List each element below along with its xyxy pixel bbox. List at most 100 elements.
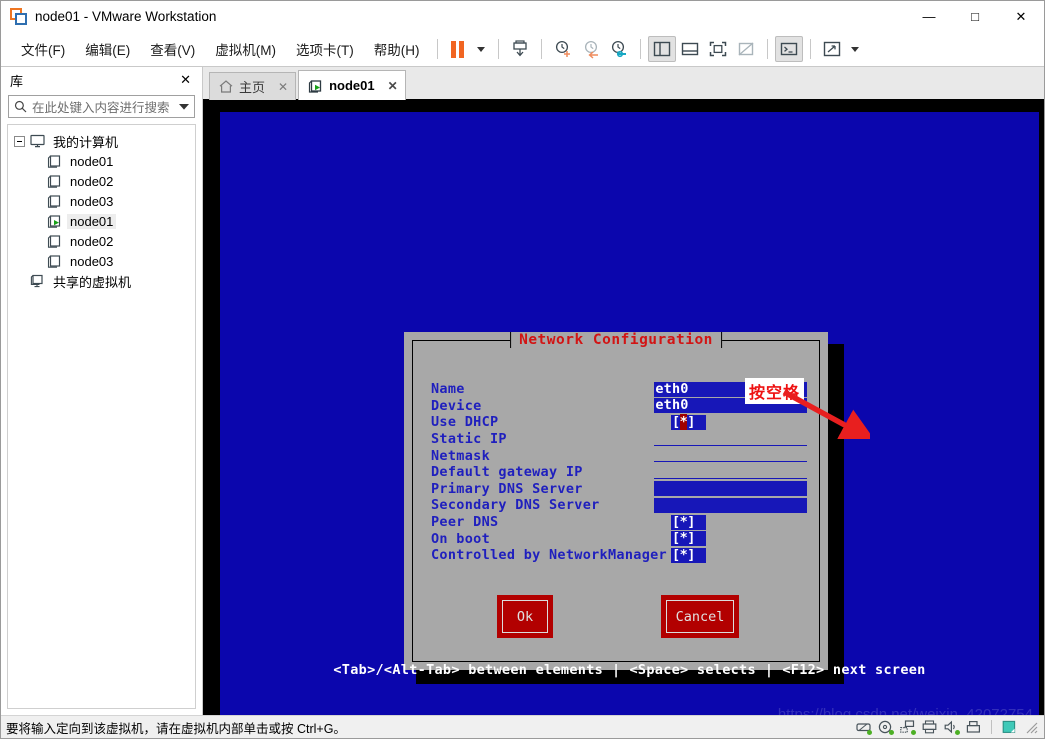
toolbar-separator-5 xyxy=(766,39,768,59)
cancel-button[interactable]: Cancel xyxy=(661,595,748,647)
chevron-down-icon[interactable] xyxy=(471,36,491,62)
sound-card-icon[interactable] xyxy=(944,720,960,735)
tree-item-label: node01 xyxy=(67,213,117,229)
tree-item-shared-vms[interactable]: 共享的虚拟机 xyxy=(8,271,195,291)
tree-item-my-computer[interactable]: 我的计算机 xyxy=(8,131,195,151)
toolbar-separator-3 xyxy=(540,39,542,59)
pause-icon[interactable] xyxy=(445,36,471,62)
help-part3: <F12> next screen xyxy=(782,662,926,678)
networkmanager-checkbox[interactable]: [*] xyxy=(671,547,706,563)
field-row-secondary-dns: Secondary DNS Server xyxy=(431,497,807,514)
guest-screen[interactable]: Network Configuration Name eth0 Device e… xyxy=(220,112,1039,715)
help-part1: <Tab>/<Alt-Tab> between elements xyxy=(333,662,604,678)
field-row-networkmanager: Controlled by NetworkManager [*] xyxy=(431,547,807,564)
tab-label: 主页 xyxy=(239,80,266,95)
network-adapter-icon[interactable] xyxy=(900,720,916,735)
resize-grip-icon[interactable] xyxy=(1024,720,1038,734)
unity-mode-icon[interactable] xyxy=(732,36,760,62)
field-label: Netmask xyxy=(431,447,490,464)
toolbar-chevron-icon[interactable] xyxy=(846,36,864,62)
vm-icon xyxy=(47,194,62,208)
help-sep-2: | xyxy=(764,662,774,678)
tab-home[interactable]: 主页 ✕ xyxy=(209,72,297,100)
field-row-static-ip: Static IP xyxy=(431,431,807,448)
tab-node01[interactable]: node01 ✕ xyxy=(298,70,406,100)
hard-disk-icon[interactable] xyxy=(856,720,872,735)
tree-item-node02-b[interactable]: node02 xyxy=(8,231,195,251)
collapse-expander-icon[interactable] xyxy=(14,135,25,147)
menu-tabs[interactable]: 选项卡(T) xyxy=(286,36,364,62)
help-sep-1: | xyxy=(612,662,621,678)
vm-tree: 我的计算机 node01 node02 node03 node01 node02… xyxy=(7,124,196,709)
tree-item-node03-b[interactable]: node03 xyxy=(8,251,195,271)
window-controls: — □ ✕ xyxy=(906,1,1044,32)
tab-close-icon[interactable]: ✕ xyxy=(278,80,288,94)
take-snapshot-icon[interactable] xyxy=(549,36,577,62)
menu-vm[interactable]: 虚拟机(M) xyxy=(205,36,286,62)
vm-display-area[interactable]: Network Configuration Name eth0 Device e… xyxy=(203,100,1044,715)
help-part2: <Space> selects xyxy=(629,662,756,678)
field-row-primary-dns: Primary DNS Server xyxy=(431,481,807,498)
snapshot-icon[interactable] xyxy=(506,36,534,62)
tree-item-node02-a[interactable]: node02 xyxy=(8,171,195,191)
library-sidebar: 库 ✕ 在此处键入内容进行搜索 我的计算机 node01 node02 node… xyxy=(1,67,203,715)
peer-dns-checkbox[interactable]: [*] xyxy=(671,514,706,530)
show-thumbnails-icon[interactable] xyxy=(676,36,704,62)
search-input[interactable]: 在此处键入内容进行搜索 xyxy=(8,95,195,118)
message-log-icon[interactable] xyxy=(1002,720,1017,734)
vm-icon xyxy=(47,254,62,268)
stretch-icon[interactable] xyxy=(818,36,846,62)
dialog-buttons: Ok Cancel xyxy=(413,583,819,653)
minimize-button[interactable]: — xyxy=(906,1,952,32)
status-separator xyxy=(991,720,992,734)
tree-item-label: node03 xyxy=(70,193,114,209)
field-row-default-gateway: Default gateway IP xyxy=(431,464,807,481)
toolbar-separator-4 xyxy=(639,39,641,59)
tree-item-label: 我的计算机 xyxy=(53,134,119,150)
field-row-peer-dns: Peer DNS [*] xyxy=(431,514,807,531)
tab-strip: 主页 ✕ node01 ✕ xyxy=(203,67,1044,100)
library-header: 库 ✕ xyxy=(1,67,202,93)
revert-snapshot-icon[interactable] xyxy=(577,36,605,62)
shared-vms-icon xyxy=(30,274,45,288)
console-view-icon[interactable] xyxy=(774,36,803,62)
menu-bar: 文件(F) 编辑(E) 查看(V) 虚拟机(M) 选项卡(T) 帮助(H) xyxy=(1,32,1044,66)
usb-device-icon[interactable] xyxy=(966,720,981,734)
field-row-use-dhcp: Use DHCP [*] xyxy=(431,413,807,431)
on-boot-checkbox[interactable]: [*] xyxy=(671,531,706,547)
field-row-netmask: Netmask xyxy=(431,447,807,464)
close-icon[interactable]: ✕ xyxy=(177,72,194,88)
menu-edit[interactable]: 编辑(E) xyxy=(75,36,140,62)
maximize-button[interactable]: □ xyxy=(952,1,998,32)
watermark: https://blog.csdn.net/weixin_42072754 xyxy=(777,706,1033,715)
close-button[interactable]: ✕ xyxy=(998,1,1044,32)
tree-item-node03-a[interactable]: node03 xyxy=(8,191,195,211)
right-pane: 主页 ✕ node01 ✕ Network Configuration Name… xyxy=(203,67,1044,715)
ok-button[interactable]: Ok xyxy=(497,595,562,647)
tree-item-node01-a[interactable]: node01 xyxy=(8,151,195,171)
field-label: Secondary DNS Server xyxy=(431,497,600,514)
cd-dvd-icon[interactable] xyxy=(878,720,894,735)
netmask-input[interactable] xyxy=(654,448,807,463)
chevron-down-icon[interactable] xyxy=(179,103,189,110)
home-icon xyxy=(219,80,233,93)
toolbar-separator-6 xyxy=(809,39,811,59)
use-dhcp-checkbox[interactable]: [*] xyxy=(671,413,706,430)
tree-item-node01-running[interactable]: node01 xyxy=(8,211,195,231)
field-list: Name eth0 Device eth0 Use DHCP [*] Stati… xyxy=(431,381,807,564)
menu-file[interactable]: 文件(F) xyxy=(11,36,75,62)
default-gateway-input[interactable] xyxy=(654,465,807,480)
tab-close-icon[interactable]: ✕ xyxy=(388,79,398,93)
fullscreen-icon[interactable] xyxy=(704,36,732,62)
secondary-dns-input[interactable] xyxy=(654,497,807,513)
menu-help[interactable]: 帮助(H) xyxy=(364,36,430,62)
primary-dns-input[interactable] xyxy=(654,481,807,497)
snapshot-manager-icon[interactable] xyxy=(605,36,633,62)
menu-view[interactable]: 查看(V) xyxy=(140,36,205,62)
field-label: Default gateway IP xyxy=(431,464,583,481)
search-placeholder: 在此处键入内容进行搜索 xyxy=(32,101,170,115)
toolbar-separator-2 xyxy=(497,39,499,59)
show-library-icon[interactable] xyxy=(647,36,676,62)
printer-icon[interactable] xyxy=(922,720,937,734)
status-device-icons xyxy=(856,720,1038,735)
